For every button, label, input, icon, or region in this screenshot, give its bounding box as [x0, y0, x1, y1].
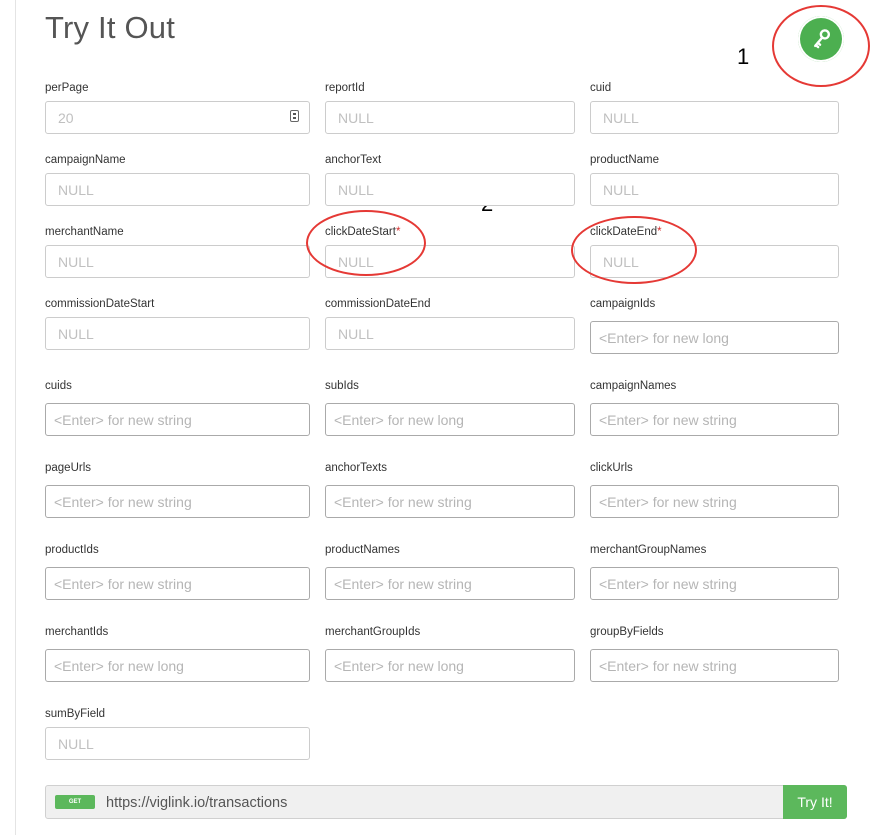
groupByFields-input[interactable]	[590, 649, 839, 682]
productIds-input[interactable]	[45, 567, 310, 600]
field-label-anchorText: anchorText	[325, 154, 382, 166]
field-label-merchantGroupIds: merchantGroupIds	[325, 626, 421, 638]
request-url-bar: GET https://viglink.io/transactions Try …	[45, 785, 847, 819]
productNames-input[interactable]	[325, 567, 575, 600]
field-label-cuids: cuids	[45, 380, 72, 392]
field-label-commissionDateStart: commissionDateStart	[45, 298, 155, 310]
clickDateEnd-input[interactable]	[590, 245, 839, 278]
field-label-groupByFields: groupByFields	[590, 626, 664, 638]
field-label-merchantIds: merchantIds	[45, 626, 109, 638]
clickDateStart-input[interactable]	[325, 245, 575, 278]
merchantGroupIds-input[interactable]	[325, 649, 575, 682]
request-url: https://viglink.io/transactions	[106, 795, 288, 811]
try-it-button[interactable]: Try It!	[783, 785, 847, 819]
anchorTexts-input[interactable]	[325, 485, 575, 518]
field-label-clickDateStart: clickDateStart*	[325, 226, 401, 238]
merchantGroupNames-input[interactable]	[590, 567, 839, 600]
http-method-badge: GET	[55, 795, 95, 809]
merchantIds-input[interactable]	[45, 649, 310, 682]
field-label-campaignNames: campaignNames	[590, 380, 677, 392]
required-marker: *	[657, 226, 662, 238]
campaignName-input[interactable]	[45, 173, 310, 206]
key-icon	[814, 29, 831, 49]
cuid-input[interactable]	[590, 101, 839, 134]
field-label-pageUrls: pageUrls	[45, 462, 92, 474]
content-left-border	[15, 0, 16, 835]
campaignNames-input[interactable]	[590, 403, 839, 436]
anchorText-input[interactable]	[325, 173, 575, 206]
commissionDateEnd-input[interactable]	[325, 317, 575, 350]
subIds-input[interactable]	[325, 403, 575, 436]
field-label-cuid: cuid	[590, 82, 612, 94]
cuids-input[interactable]	[45, 403, 310, 436]
campaignIds-input[interactable]	[590, 321, 839, 354]
field-label-reportId: reportId	[325, 82, 365, 94]
field-label-anchorTexts: anchorTexts	[325, 462, 388, 474]
required-marker: *	[395, 226, 401, 238]
reportId-input[interactable]	[325, 101, 575, 134]
field-label-productIds: productIds	[45, 544, 99, 556]
field-label-merchantGroupNames: merchantGroupNames	[590, 544, 707, 556]
clickUrls-input[interactable]	[590, 485, 839, 518]
field-label-merchantName: merchantName	[45, 226, 124, 238]
productName-input[interactable]	[590, 173, 839, 206]
merchantName-input[interactable]	[45, 245, 310, 278]
pageUrls-input[interactable]	[45, 485, 310, 518]
api-key-button[interactable]	[798, 16, 844, 62]
field-label-campaignIds: campaignIds	[590, 298, 656, 310]
field-label-commissionDateEnd: commissionDateEnd	[325, 298, 431, 310]
commissionDateStart-input[interactable]	[45, 317, 310, 350]
field-label-subIds: subIds	[325, 380, 359, 392]
field-label-sumByField: sumByField	[45, 708, 106, 720]
perPage-input[interactable]	[45, 101, 310, 134]
field-label-productName: productName	[590, 154, 660, 166]
number-stepper-icon[interactable]	[290, 110, 299, 122]
field-label-productNames: productNames	[325, 544, 400, 556]
sumByField-input[interactable]	[45, 727, 310, 760]
page-title: Try It Out	[45, 10, 176, 45]
annotation-number-1: 1	[737, 44, 750, 69]
field-label-clickUrls: clickUrls	[590, 462, 633, 474]
field-label-campaignName: campaignName	[45, 154, 126, 166]
field-label-perPage: perPage	[45, 82, 89, 94]
field-label-clickDateEnd: clickDateEnd*	[590, 226, 662, 238]
